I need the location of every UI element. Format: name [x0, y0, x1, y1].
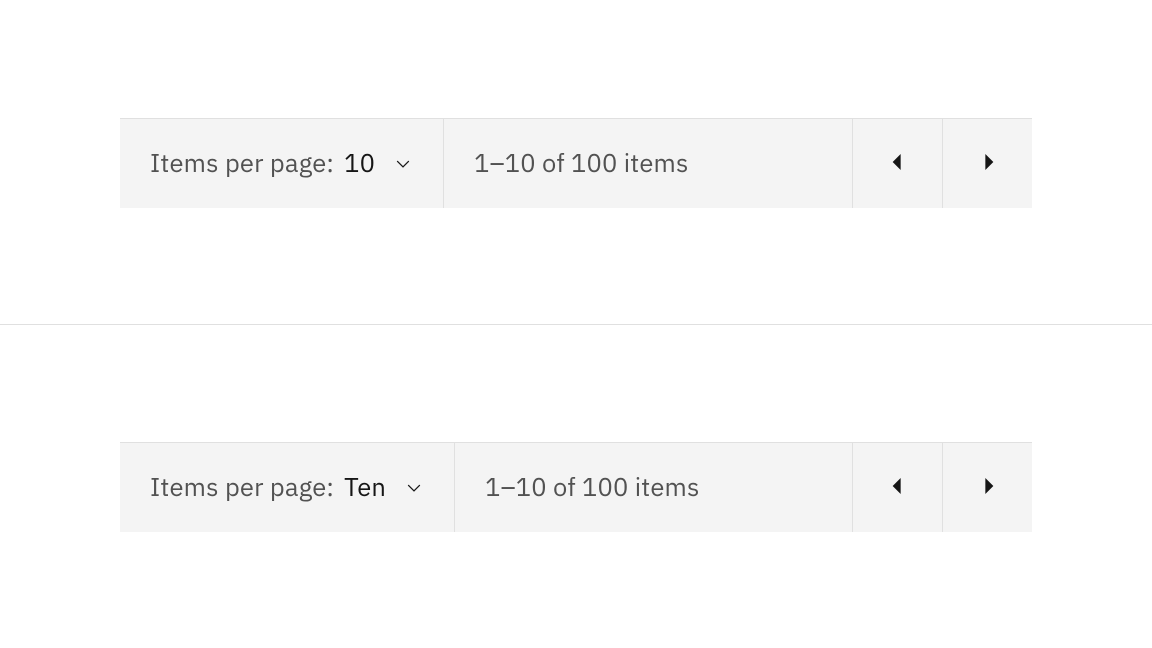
section-divider	[0, 324, 1152, 325]
page-size-select[interactable]: Ten	[344, 471, 424, 504]
pagination-bar: Items per page: 10 1–10 of 100 items	[120, 118, 1032, 208]
items-per-page-label: Items per page:	[150, 147, 334, 180]
page-size-select[interactable]: 10	[344, 147, 413, 180]
next-page-button[interactable]	[942, 443, 1032, 532]
caret-right-icon	[981, 478, 995, 497]
pagination-bar: Items per page: Ten 1–10 of 100 items	[120, 442, 1032, 532]
item-range-text: 1–10 of 100 items	[485, 471, 700, 504]
page-size-value: Ten	[344, 471, 386, 504]
items-per-page-section: Items per page: 10	[120, 119, 444, 208]
items-per-page-section: Items per page: Ten	[120, 443, 455, 532]
chevron-down-icon	[404, 478, 424, 498]
caret-left-icon	[891, 154, 905, 173]
page-size-value: 10	[344, 147, 375, 180]
caret-right-icon	[981, 154, 995, 173]
chevron-down-icon	[393, 154, 413, 174]
item-range-text: 1–10 of 100 items	[474, 147, 689, 180]
caret-left-icon	[891, 478, 905, 497]
previous-page-button[interactable]	[852, 443, 942, 532]
item-range-section: 1–10 of 100 items	[444, 119, 852, 208]
next-page-button[interactable]	[942, 119, 1032, 208]
previous-page-button[interactable]	[852, 119, 942, 208]
items-per-page-label: Items per page:	[150, 471, 334, 504]
item-range-section: 1–10 of 100 items	[455, 443, 852, 532]
